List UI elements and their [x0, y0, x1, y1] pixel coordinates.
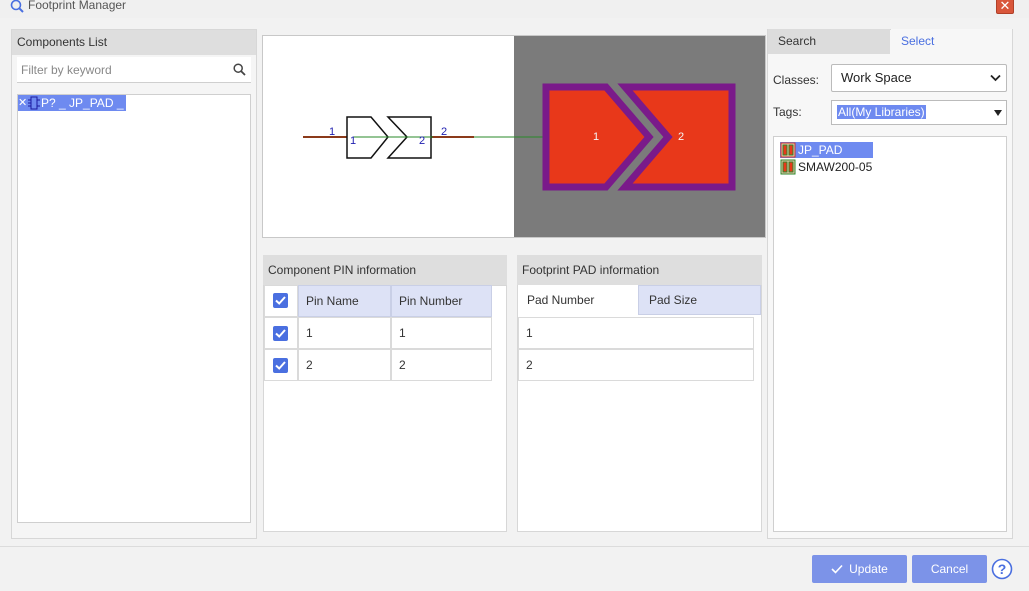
footer-divider: [0, 546, 1029, 547]
pin-row-checkbox[interactable]: [273, 326, 288, 341]
pin-name-column-header[interactable]: Pin Name: [298, 285, 391, 317]
close-button[interactable]: ✕: [996, 0, 1014, 14]
tab-select[interactable]: Select: [891, 29, 1012, 54]
tags-select[interactable]: All(My Libraries): [831, 100, 1007, 125]
tags-value: All(My Libraries): [837, 105, 926, 119]
pin-1-number: 1: [329, 126, 335, 138]
library-item-label: JP_PAD: [798, 143, 843, 157]
tags-label: Tags:: [773, 105, 802, 119]
pin-number-cell[interactable]: 2: [391, 349, 492, 381]
pin-number-column-header[interactable]: Pin Number: [391, 285, 492, 317]
title-bar: [0, 0, 1029, 18]
library-item-smaw200-05[interactable]: SMAW200-05: [780, 159, 872, 175]
pin-row-checkbox[interactable]: [273, 358, 288, 373]
magnifier-icon: [10, 0, 24, 13]
component-symbol-icon: [28, 96, 40, 110]
footprint-preview: 1 1 2 2 1 2: [262, 35, 766, 238]
pin-1-name: 1: [350, 135, 356, 147]
help-icon[interactable]: ?: [991, 558, 1013, 580]
components-list: [17, 94, 251, 523]
row-check-cell: [264, 349, 298, 381]
cancel-button[interactable]: Cancel: [912, 555, 987, 583]
filter-input[interactable]: [17, 57, 251, 83]
caret-down-icon: [994, 110, 1002, 116]
pad-number-cell[interactable]: 2: [518, 349, 754, 381]
footprint-icon: [780, 142, 796, 158]
window-title: Footprint Manager: [28, 0, 127, 12]
check-icon: [831, 564, 843, 574]
check-icon: [275, 329, 286, 338]
components-list-header: Components List: [12, 30, 256, 55]
pin-2-name: 2: [419, 135, 425, 147]
search-icon[interactable]: [233, 63, 246, 76]
pad-number-cell[interactable]: 1: [518, 317, 754, 349]
check-icon: [275, 361, 286, 370]
classes-select[interactable]: Work Space: [831, 64, 1007, 92]
footprint-icon: [780, 159, 796, 175]
pin-name-cell[interactable]: 1: [298, 317, 391, 349]
help-mark: ?: [998, 561, 1007, 577]
header-check-cell: [264, 285, 298, 317]
check-icon: [275, 296, 286, 305]
pin-number-cell[interactable]: 1: [391, 317, 492, 349]
pad-2-label: 2: [678, 131, 684, 143]
pin-info-header: Component PIN information: [263, 255, 507, 285]
pin-2-number: 2: [441, 126, 447, 138]
tab-search[interactable]: Search: [768, 29, 890, 54]
row-check-cell: [264, 317, 298, 349]
component-label: P? _ JP_PAD _: [41, 96, 124, 110]
library-item-jp-pad[interactable]: JP_PAD: [780, 142, 873, 158]
preview-canvas: 1 1 2 2 1 2: [263, 36, 765, 237]
classes-label: Classes:: [773, 73, 820, 87]
pad-info-header: Footprint PAD information: [517, 255, 762, 285]
library-item-label: SMAW200-05: [798, 160, 873, 174]
library-list: [773, 136, 1007, 532]
select-all-checkbox[interactable]: [273, 293, 288, 308]
chevron-down-icon: [990, 74, 1001, 82]
pad-number-column-header[interactable]: Pad Number: [518, 285, 638, 315]
pin-name-cell[interactable]: 2: [298, 349, 391, 381]
remove-icon[interactable]: ✕: [18, 95, 27, 111]
classes-value: Work Space: [841, 70, 912, 85]
update-label: Update: [849, 562, 888, 576]
update-button[interactable]: Update: [812, 555, 907, 583]
component-item[interactable]: ✕ P? _ JP_PAD _: [18, 95, 126, 111]
pad-1-label: 1: [593, 131, 599, 143]
pad-size-column-header[interactable]: Pad Size: [638, 285, 761, 315]
